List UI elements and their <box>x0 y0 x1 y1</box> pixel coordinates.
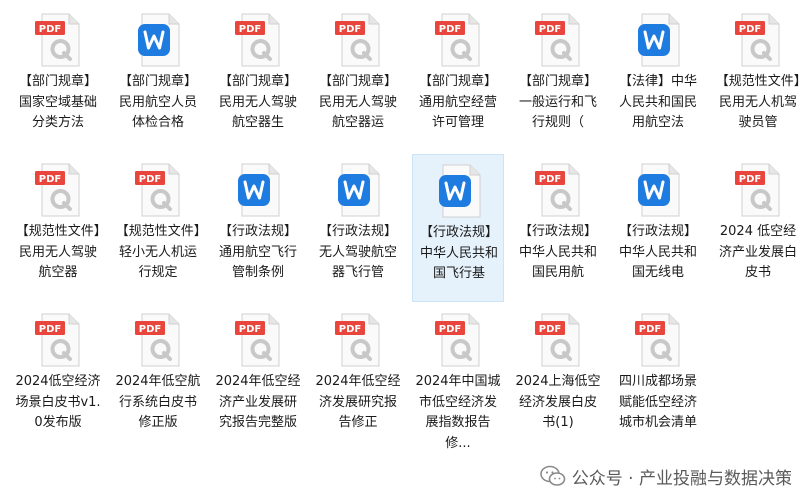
file-name: 2024年低空航行系统白皮书修正版 <box>115 374 201 430</box>
svg-text:PDF: PDF <box>139 174 161 185</box>
file-item[interactable]: PDF 【部门规章】国家空域基础分类方法 <box>12 4 104 152</box>
file-item[interactable]: PDF 【规范性文件】民用无人驾驶航空器 <box>12 154 104 302</box>
pdf-file-icon: PDF <box>235 313 280 367</box>
file-name: 【部门规章】民用航空人员体检合格 <box>118 74 197 130</box>
svg-text:PDF: PDF <box>739 24 761 35</box>
svg-text:PDF: PDF <box>339 324 361 335</box>
file-item[interactable]: PDF 2024年低空航行系统白皮书修正版 <box>112 304 204 452</box>
file-name: 【部门规章】通用航空经营许可管理 <box>418 74 497 130</box>
pdf-file-icon: PDF <box>135 313 180 367</box>
file-grid: PDF 【部门规章】国家空域基础分类方法 【部门规章】民用航空人员体检合格 PDF 【部… <box>8 0 808 460</box>
svg-text:PDF: PDF <box>539 324 561 335</box>
file-name: 【行政法规】中华人民共和国无线电 <box>618 224 697 280</box>
file-name: 【部门规章】国家空域基础分类方法 <box>18 74 97 130</box>
pdf-file-icon: PDF <box>135 163 180 217</box>
wechat-icon <box>539 465 566 486</box>
file-name: 【规范性文件】民用无人机驾驶员管 <box>715 74 801 130</box>
file-name: 【部门规章】民用无人驾驶航空器运 <box>318 74 397 130</box>
file-item[interactable]: PDF 2024低空经济场景白皮书v1.0发布版 <box>12 304 104 452</box>
file-item[interactable]: PDF 【部门规章】民用无人驾驶航空器生 <box>212 4 304 152</box>
file-name: 2024上海低空经济发展白皮书(1) <box>515 374 601 430</box>
file-name: 【法律】中华人民共和国民用航空法 <box>618 74 697 130</box>
file-item[interactable]: 【行政法规】中华人民共和国飞行基 <box>412 154 504 302</box>
file-name: 【规范性文件】轻小无人机运行规定 <box>115 224 201 280</box>
word-file-icon <box>238 163 280 217</box>
word-file-icon <box>638 13 680 67</box>
pdf-file-icon: PDF <box>335 13 380 67</box>
file-name: 2024年低空经济发展研究报告修正 <box>315 374 401 430</box>
word-file-icon <box>439 164 481 218</box>
file-item[interactable]: PDF 【规范性文件】民用无人机驾驶员管 <box>712 4 804 152</box>
file-item[interactable]: PDF 【部门规章】通用航空经营许可管理 <box>412 4 504 152</box>
file-item[interactable]: PDF 2024年中国城市低空经济发展指数报告修... <box>412 304 504 452</box>
file-item[interactable]: PDF 四川成都场景赋能低空经济城市机会清单 <box>612 304 704 452</box>
file-item[interactable]: PDF 【行政法规】中华人民共和国民用航 <box>512 154 604 302</box>
word-file-icon <box>338 163 380 217</box>
svg-text:PDF: PDF <box>539 174 561 185</box>
file-item[interactable]: 【行政法规】中华人民共和国无线电 <box>612 154 704 302</box>
file-name: 四川成都场景赋能低空经济城市机会清单 <box>618 374 697 430</box>
svg-text:PDF: PDF <box>39 174 61 185</box>
file-item[interactable]: PDF 2024 低空经济产业发展白皮书 <box>712 154 804 302</box>
svg-text:PDF: PDF <box>439 24 461 35</box>
file-item[interactable]: PDF 【部门规章】民用无人驾驶航空器运 <box>312 4 404 152</box>
file-item[interactable]: PDF 【规范性文件】轻小无人机运行规定 <box>112 154 204 302</box>
svg-text:PDF: PDF <box>439 324 461 335</box>
word-file-icon <box>138 13 180 67</box>
pdf-file-icon: PDF <box>635 313 680 367</box>
file-item[interactable]: 【法律】中华人民共和国民用航空法 <box>612 4 704 152</box>
svg-text:PDF: PDF <box>339 24 361 35</box>
file-item[interactable]: 【部门规章】民用航空人员体检合格 <box>112 4 204 152</box>
pdf-file-icon: PDF <box>335 313 380 367</box>
svg-text:PDF: PDF <box>139 324 161 335</box>
file-item[interactable]: PDF 【部门规章】一般运行和飞行规则（ <box>512 4 604 152</box>
file-item[interactable]: 【行政法规】通用航空飞行管制条例 <box>212 154 304 302</box>
file-name: 2024低空经济场景白皮书v1.0发布版 <box>15 374 101 430</box>
file-item[interactable]: PDF 2024上海低空经济发展白皮书(1) <box>512 304 604 452</box>
pdf-file-icon: PDF <box>735 13 780 67</box>
pdf-file-icon: PDF <box>535 163 580 217</box>
file-row-2: PDF 【规范性文件】民用无人驾驶航空器 PDF 【规范性文件】轻小无人机运行规定 【行… <box>8 154 808 304</box>
watermark-text: 公众号 · 产业投融与数据决策 <box>571 468 792 489</box>
file-name: 【部门规章】一般运行和飞行规则（ <box>518 74 597 130</box>
svg-text:PDF: PDF <box>239 24 261 35</box>
pdf-file-icon: PDF <box>535 313 580 367</box>
file-item[interactable]: PDF 2024年低空经济发展研究报告修正 <box>312 304 404 452</box>
file-item[interactable]: 【行政法规】无人驾驶航空器飞行管 <box>312 154 404 302</box>
pdf-file-icon: PDF <box>435 13 480 67</box>
watermark: 公众号 · 产业投融与数据决策 <box>539 462 792 490</box>
file-row-1: PDF 【部门规章】国家空域基础分类方法 【部门规章】民用航空人员体检合格 PDF 【部… <box>8 4 808 154</box>
word-file-icon <box>638 163 680 217</box>
svg-text:PDF: PDF <box>39 324 61 335</box>
svg-text:PDF: PDF <box>239 324 261 335</box>
pdf-file-icon: PDF <box>735 163 780 217</box>
file-name: 2024年低空经济产业发展研究报告完整版 <box>215 374 301 430</box>
pdf-file-icon: PDF <box>535 13 580 67</box>
pdf-file-icon: PDF <box>35 313 80 367</box>
svg-text:PDF: PDF <box>739 174 761 185</box>
file-name: 【规范性文件】民用无人驾驶航空器 <box>15 224 101 280</box>
pdf-file-icon: PDF <box>235 13 280 67</box>
file-name: 【行政法规】中华人民共和国飞行基 <box>419 225 498 281</box>
svg-text:PDF: PDF <box>39 24 61 35</box>
file-name: 2024 低空经济产业发展白皮书 <box>718 224 797 280</box>
file-name: 【行政法规】无人驾驶航空器飞行管 <box>318 224 397 280</box>
pdf-file-icon: PDF <box>435 313 480 367</box>
svg-text:PDF: PDF <box>639 324 661 335</box>
svg-text:PDF: PDF <box>539 24 561 35</box>
pdf-file-icon: PDF <box>35 163 80 217</box>
file-name: 【行政法规】通用航空飞行管制条例 <box>218 224 297 280</box>
file-row-3: PDF 2024低空经济场景白皮书v1.0发布版 PDF 2024年低空航行系统白皮书… <box>8 304 808 454</box>
file-name: 【行政法规】中华人民共和国民用航 <box>518 224 597 280</box>
pdf-file-icon: PDF <box>35 13 80 67</box>
file-item[interactable]: PDF 2024年低空经济产业发展研究报告完整版 <box>212 304 304 452</box>
file-name: 2024年中国城市低空经济发展指数报告修... <box>415 374 501 451</box>
file-name: 【部门规章】民用无人驾驶航空器生 <box>218 74 297 130</box>
